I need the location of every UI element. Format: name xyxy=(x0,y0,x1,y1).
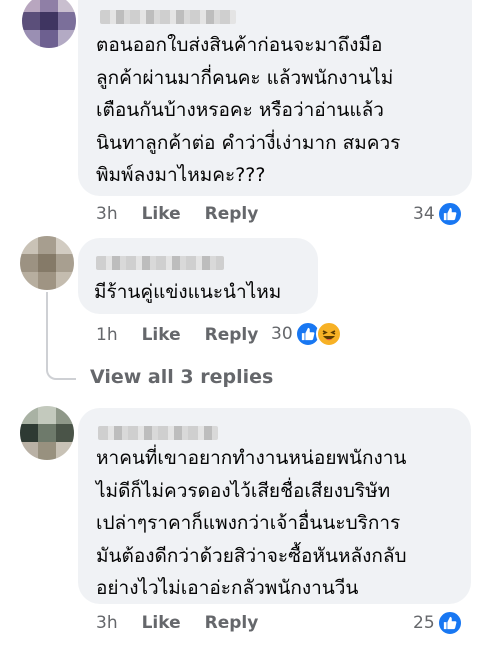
comment-time[interactable]: 1h xyxy=(96,325,118,345)
thumbs-up-icon xyxy=(436,610,463,636)
avatar[interactable] xyxy=(20,406,74,460)
comment-bubble: หาคนที่เขาอยากทำงานหน่อยพนักงาน ไม่ดีก็ไ… xyxy=(78,408,471,604)
author-name[interactable] xyxy=(96,256,224,270)
comment-text: มีร้านคู่แข่งแนะนำไหม xyxy=(94,281,282,303)
comment-actions: 1h Like Reply xyxy=(96,325,258,345)
reply-button[interactable]: Reply xyxy=(205,325,259,345)
avatar[interactable] xyxy=(20,236,74,290)
reply-button[interactable]: Reply xyxy=(205,613,259,633)
like-button[interactable]: Like xyxy=(142,325,181,345)
avatar[interactable] xyxy=(22,0,76,48)
reply-button[interactable]: Reply xyxy=(205,204,259,224)
comment-bubble: ตอนออกใบส่งสินค้าก่อนจะมาถึงมือ ลูกค้าผ่… xyxy=(78,0,472,196)
comment-time[interactable]: 3h xyxy=(96,613,118,633)
reaction-count: 34 xyxy=(413,204,435,224)
comment-bubble: มีร้านคู่แข่งแนะนำไหม xyxy=(78,238,318,314)
reaction-summary[interactable]: 34 xyxy=(413,201,463,227)
comment-actions: 3h Like Reply xyxy=(96,204,258,224)
reaction-count: 25 xyxy=(413,613,435,633)
like-button[interactable]: Like xyxy=(142,204,181,224)
comment-time[interactable]: 3h xyxy=(96,204,118,224)
author-name[interactable] xyxy=(98,426,218,440)
reaction-count: 30 xyxy=(271,324,293,344)
author-name[interactable] xyxy=(100,10,236,24)
comment-text: หาคนที่เขาอยากทำงานหน่อยพนักงาน ไม่ดีก็ไ… xyxy=(96,447,407,599)
like-button[interactable]: Like xyxy=(142,613,181,633)
thumbs-up-icon xyxy=(436,201,463,227)
comment-actions: 3h Like Reply xyxy=(96,613,258,633)
comment-text: ตอนออกใบส่งสินค้าก่อนจะมาถึงมือ ลูกค้าผ่… xyxy=(96,34,401,186)
reaction-summary[interactable]: 30 xyxy=(271,321,342,347)
reply-thread-line xyxy=(46,292,76,380)
view-replies-link[interactable]: View all 3 replies xyxy=(90,366,273,388)
haha-emoji-icon xyxy=(315,321,342,347)
reaction-summary[interactable]: 25 xyxy=(413,610,463,636)
